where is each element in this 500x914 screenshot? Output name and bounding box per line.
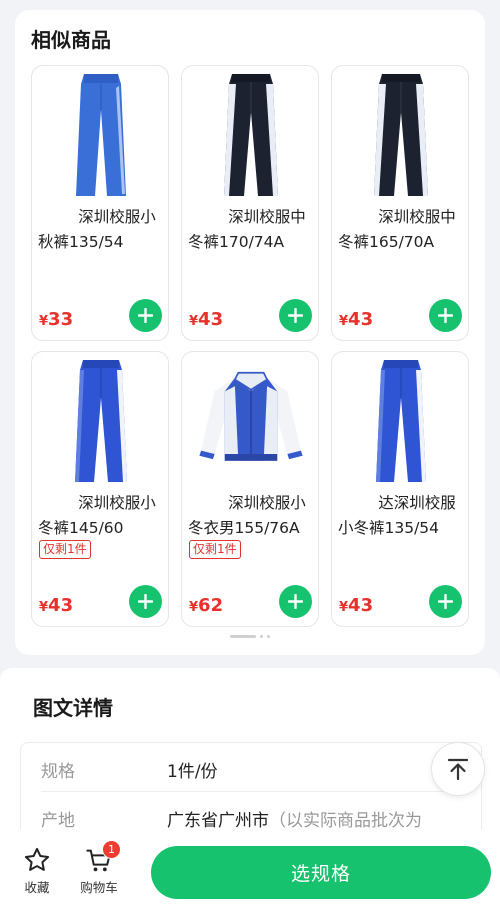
product-name: 深圳校服小秋裤135/54: [38, 208, 156, 251]
add-to-cart-button[interactable]: [429, 585, 462, 618]
bottom-action-bar: 收藏 1 购物车 选规格: [0, 830, 500, 914]
similar-products-section: 相似商品 深圳校服小秋裤135/54 ¥33 深圳校服中冬裤170/74A ¥4…: [15, 10, 485, 655]
section-title: 图文详情: [33, 696, 113, 720]
product-name: 深圳校服小冬衣男155/76A: [188, 494, 306, 537]
add-to-cart-button[interactable]: [279, 299, 312, 332]
product-price: ¥33: [39, 309, 74, 330]
product-price: ¥43: [339, 595, 374, 616]
cart-label: 购物车: [80, 880, 118, 895]
blue-white-jacket-icon: [196, 356, 306, 486]
product-card[interactable]: 深圳校服小冬衣男155/76A 仅剩1件 ¥62: [181, 351, 319, 627]
product-card[interactable]: 深圳校服中冬裤165/70A ¥43: [331, 65, 469, 341]
spec-value: 广东省广州市（以实际商品批次为: [167, 811, 422, 831]
add-to-cart-button[interactable]: [279, 585, 312, 618]
plus-icon: [138, 594, 153, 609]
product-card[interactable]: 深圳校服中冬裤170/74A ¥43: [181, 65, 319, 341]
spec-key: 产地: [41, 811, 75, 831]
cart-count-badge: 1: [102, 840, 121, 859]
navy-pants-white-stripe-icon: [196, 70, 306, 200]
plus-icon: [138, 308, 153, 323]
plus-icon: [288, 594, 303, 609]
add-to-cart-button[interactable]: [429, 299, 462, 332]
pager-dot: [260, 635, 263, 638]
product-price: ¥43: [339, 309, 374, 330]
stock-badge: 仅剩1件: [189, 540, 241, 559]
product-name: 深圳校服小冬裤145/60: [38, 494, 156, 537]
star-icon: [24, 847, 50, 871]
arrow-up-to-top-icon: [447, 758, 469, 781]
blue-pants-side-stripe-icon: [46, 70, 156, 200]
product-name: 深圳校服中冬裤170/74A: [188, 208, 306, 251]
add-to-cart-button[interactable]: [129, 585, 162, 618]
product-card[interactable]: 达深圳校服小冬裤135/54 ¥43: [331, 351, 469, 627]
select-spec-button[interactable]: 选规格: [151, 846, 491, 899]
cart-button[interactable]: 1 购物车: [74, 840, 124, 896]
product-price: ¥43: [189, 309, 224, 330]
plus-icon: [438, 594, 453, 609]
pager-active-indicator: [230, 635, 256, 638]
section-title: 相似商品: [31, 28, 111, 52]
navy-pants-white-stripe-icon: [346, 70, 456, 200]
plus-icon: [438, 308, 453, 323]
product-card[interactable]: 深圳校服小冬裤145/60 仅剩1件 ¥43: [31, 351, 169, 627]
product-name: 达深圳校服小冬裤135/54: [338, 494, 456, 537]
product-price: ¥43: [39, 595, 74, 616]
spec-key: 规格: [41, 762, 75, 782]
favorite-button[interactable]: 收藏: [12, 846, 62, 896]
blue-pants-white-stripe-icon: [46, 356, 156, 486]
stock-badge: 仅剩1件: [39, 540, 91, 559]
spec-table: 规格 1件/份 产地 广东省广州市（以实际商品批次为: [20, 742, 482, 842]
add-to-cart-button[interactable]: [129, 299, 162, 332]
pager-dot: [267, 635, 270, 638]
spec-value: 1件/份: [167, 762, 218, 782]
spec-row: 规格 1件/份: [21, 743, 481, 792]
product-price: ¥62: [189, 595, 224, 616]
carousel-pager: [230, 635, 270, 638]
plus-icon: [288, 308, 303, 323]
favorite-label: 收藏: [24, 880, 50, 895]
back-to-top-button[interactable]: [431, 742, 485, 796]
blue-pants-white-stripe-icon: [346, 356, 456, 486]
product-name: 深圳校服中冬裤165/70A: [338, 208, 456, 251]
product-card[interactable]: 深圳校服小秋裤135/54 ¥33: [31, 65, 169, 341]
